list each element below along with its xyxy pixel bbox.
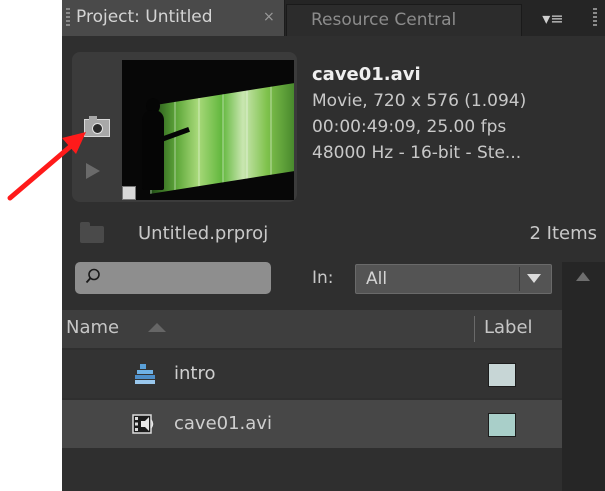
tab-grip-icon[interactable]	[66, 8, 70, 28]
label-swatch[interactable]	[488, 413, 516, 437]
in-label: In:	[312, 268, 334, 288]
red-arrow-annotation	[7, 132, 86, 201]
clip-detail-format: Movie, 720 x 576 (1.094)	[312, 91, 527, 111]
column-header-name[interactable]: Name	[66, 310, 119, 346]
tab-resource-central[interactable]: Resource Central	[286, 4, 522, 36]
project-file-name: Untitled.prproj	[138, 223, 269, 244]
sort-ascending-icon[interactable]	[148, 323, 166, 332]
bin-folder-icon[interactable]	[80, 222, 104, 243]
list-item-name: intro	[174, 363, 216, 384]
list-item-name: cave01.avi	[174, 413, 272, 434]
close-icon[interactable]: ×	[263, 0, 275, 34]
scroll-up-icon[interactable]	[576, 272, 590, 281]
tab-resource-central-label: Resource Central	[311, 10, 457, 30]
list-item[interactable]: intro	[62, 350, 562, 398]
panel-menu-button[interactable]: ▾≡	[524, 4, 582, 36]
arrow-shaft	[7, 137, 81, 201]
clip-detail-audio: 48000 Hz - 16-bit - Ste...	[312, 143, 522, 163]
search-icon	[85, 268, 100, 284]
chevron-down-icon	[527, 274, 541, 283]
label-swatch[interactable]	[488, 363, 516, 387]
tab-project[interactable]: Project: Untitled ×	[62, 0, 285, 36]
in-filter-value: All	[366, 269, 388, 289]
vertical-scrollbar[interactable]	[562, 262, 605, 491]
tab-project-label: Project: Untitled	[76, 7, 213, 27]
search-input[interactable]	[75, 262, 271, 294]
tab-bar: Project: Untitled × Resource Central ▾≡	[62, 0, 605, 36]
project-panel: Project: Untitled × Resource Central ▾≡ …	[62, 0, 605, 491]
in-filter-select[interactable]: All	[355, 264, 552, 294]
column-header-label[interactable]: Label	[484, 310, 533, 346]
list-item[interactable]: cave01.avi	[62, 400, 562, 448]
clip-thumbnail	[122, 60, 294, 200]
clip-detail-duration: 00:00:49:09, 25.00 fps	[312, 117, 507, 137]
list-header: Name Label	[62, 310, 562, 348]
movie-icon	[132, 414, 154, 434]
poster-frame-scrubber[interactable]	[122, 186, 136, 200]
sequence-icon	[135, 364, 155, 384]
item-count: 2 Items	[529, 223, 597, 244]
clip-name: cave01.avi	[312, 64, 421, 85]
clip-info: cave01.avi Movie, 720 x 576 (1.094) 00:0…	[312, 62, 526, 166]
panel-menu-icon: ▾≡	[542, 9, 564, 28]
panel-grip-icon[interactable]	[593, 8, 597, 28]
